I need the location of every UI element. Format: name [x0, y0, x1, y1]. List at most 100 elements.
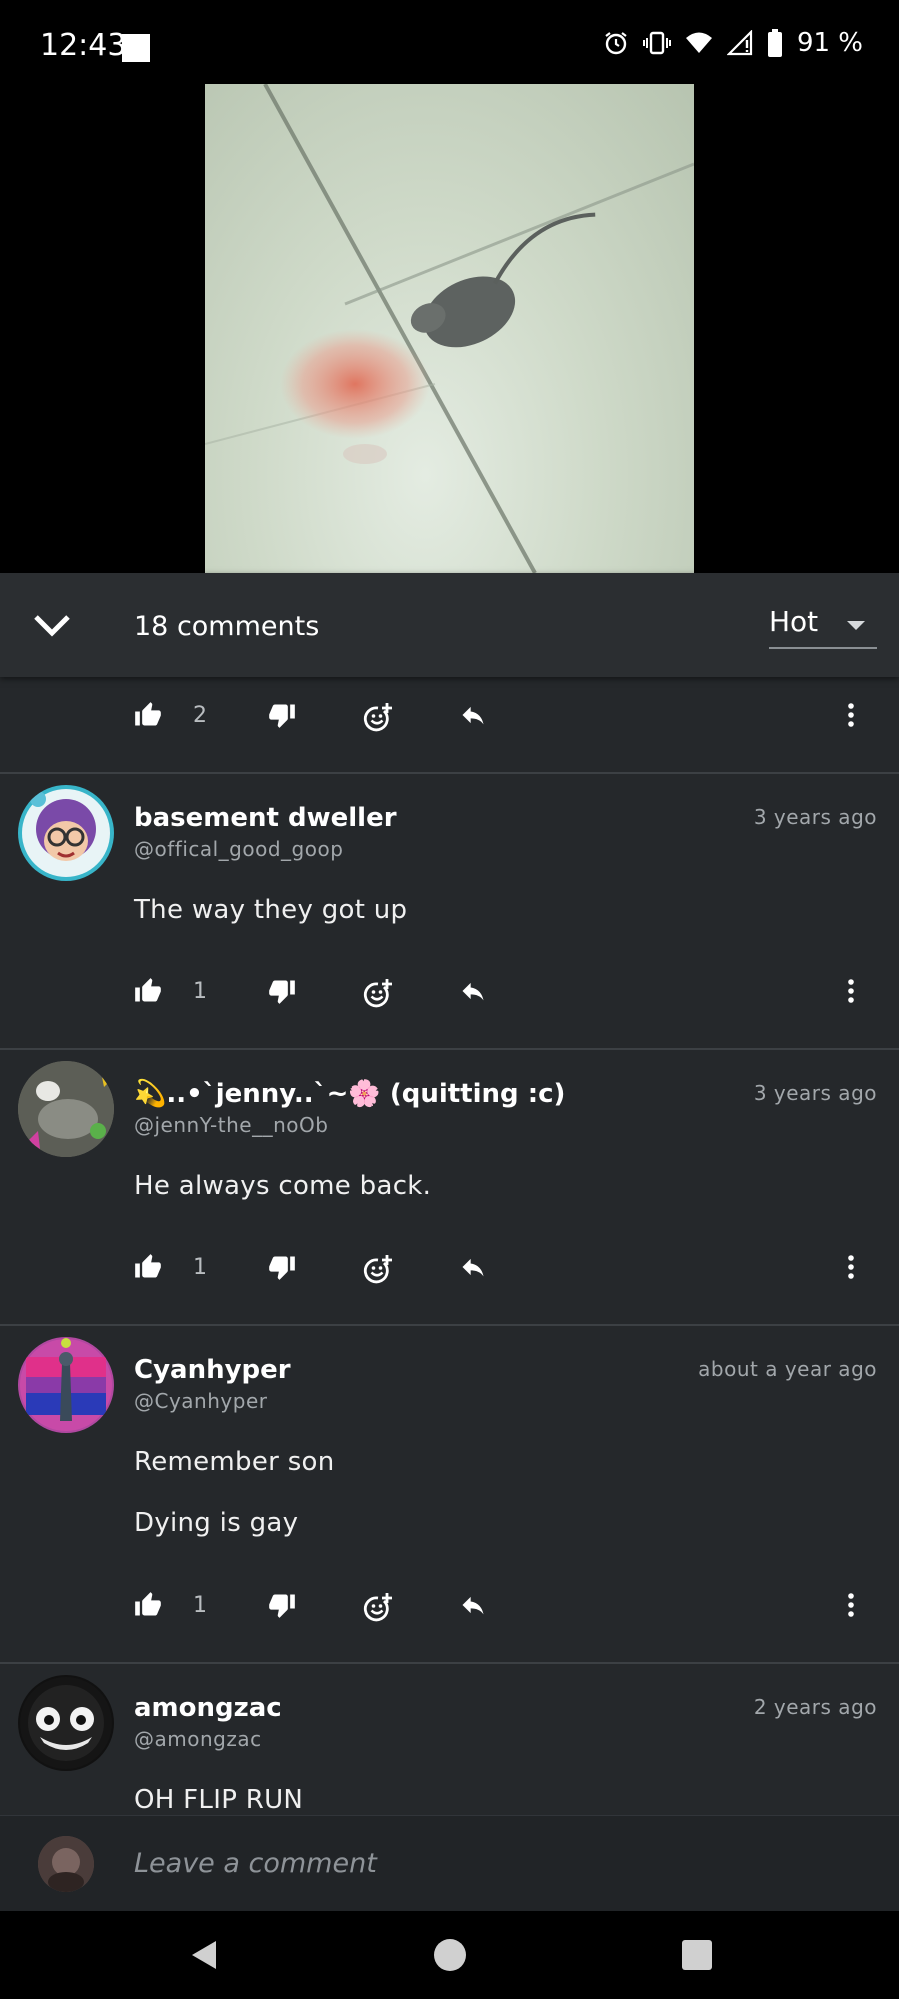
comment-time: 3 years ago [753, 805, 877, 829]
comment-composer [0, 1815, 899, 1912]
react-button[interactable] [362, 977, 394, 1009]
reply-icon [462, 1596, 484, 1615]
system-nav-bar [0, 1911, 899, 1999]
more-options-button[interactable] [846, 1253, 878, 1285]
comment-author[interactable]: Cyanhyper [134, 1355, 291, 1385]
comment-time: about a year ago [698, 1357, 877, 1381]
status-bar: 12:43 91 % [0, 0, 899, 84]
comment-handle[interactable]: @Cyanhyper [134, 1389, 267, 1413]
more-vert-icon [848, 1593, 854, 1617]
react-button[interactable] [362, 1591, 394, 1623]
comment-item: basement dweller @offical_good_goop 3 ye… [0, 773, 899, 1050]
thumbs-up-icon [135, 1592, 161, 1616]
battery-icon [767, 29, 783, 57]
comment-handle[interactable]: @offical_good_goop [134, 837, 343, 861]
like-button[interactable] [134, 1591, 166, 1623]
notification-icon [122, 34, 150, 62]
chevron-down-icon [34, 615, 70, 637]
reply-icon [462, 982, 484, 1001]
comment-author[interactable]: amongzac [134, 1693, 282, 1723]
status-time: 12:43 [40, 28, 127, 63]
back-icon [192, 1941, 216, 1969]
comment-item: Cyanhyper @Cyanhyper about a year ago Re… [0, 1325, 899, 1664]
comment-text: The way they got up [134, 895, 408, 925]
like-count: 1 [193, 979, 207, 1004]
more-vert-icon [848, 1255, 854, 1279]
status-icons: 91 % [603, 28, 863, 58]
sort-dropdown[interactable]: Hot [769, 597, 877, 649]
more-options-button[interactable] [846, 1591, 878, 1623]
alarm-icon [603, 30, 629, 56]
thumbs-down-icon [269, 704, 295, 728]
home-icon [434, 1939, 466, 1971]
more-options-button[interactable] [846, 977, 878, 1009]
avatar[interactable] [18, 785, 114, 881]
comment-handle[interactable]: @jennY-the__noOb [134, 1113, 328, 1137]
avatar[interactable] [18, 1061, 114, 1157]
like-count: 1 [193, 1255, 207, 1280]
thumbs-up-icon [135, 702, 161, 726]
sort-label: Hot [769, 605, 819, 638]
reply-button[interactable] [458, 1253, 490, 1285]
comment-text: Remember son [134, 1447, 335, 1477]
battery-percent: 91 % [796, 28, 863, 58]
emoji-reaction-icon [363, 979, 392, 1008]
like-button[interactable] [134, 977, 166, 1009]
comment-author[interactable]: basement dweller [134, 803, 397, 833]
video-thumbnail [205, 84, 694, 573]
reply-button[interactable] [458, 977, 490, 1009]
reply-icon [462, 706, 484, 725]
wifi-icon [685, 31, 713, 55]
more-vert-icon [848, 979, 854, 1003]
comment-handle[interactable]: @amongzac [134, 1727, 262, 1751]
recents-button[interactable] [679, 1937, 715, 1973]
react-button[interactable] [362, 701, 394, 733]
comment-actions: 1 [0, 977, 899, 1017]
emoji-reaction-icon [363, 1255, 392, 1284]
dislike-button[interactable] [268, 701, 300, 733]
video-player[interactable] [0, 84, 899, 573]
comment-partial: 2 [0, 677, 899, 774]
video-frame[interactable] [205, 84, 694, 573]
reply-button[interactable] [458, 1591, 490, 1623]
signal-icon [726, 30, 753, 56]
comment-actions: 2 [0, 701, 899, 741]
comments-list[interactable]: 2 basement dweller @offical_good_goop 3 … [0, 677, 899, 1815]
comment-text: OH FLIP RUN [134, 1785, 304, 1815]
thumbs-down-icon [269, 1594, 295, 1618]
comment-count: 18 comments [134, 611, 320, 642]
avatar[interactable] [18, 1337, 114, 1433]
thumbs-down-icon [269, 1256, 295, 1280]
dislike-button[interactable] [268, 977, 300, 1009]
reply-icon [462, 1258, 484, 1277]
dislike-button[interactable] [268, 1591, 300, 1623]
comment-actions: 1 [0, 1253, 899, 1293]
emoji-reaction-icon [363, 703, 392, 732]
like-count: 1 [193, 1593, 207, 1618]
more-options-button[interactable] [846, 701, 878, 733]
comment-input[interactable] [134, 1838, 854, 1888]
current-user-avatar [38, 1836, 94, 1892]
react-button[interactable] [362, 1253, 394, 1285]
comment-item: 💫..•`jenny..`~🌸 (quitting :c) @jennY-the… [0, 1049, 899, 1326]
back-button[interactable] [186, 1937, 222, 1973]
caret-down-icon [847, 621, 865, 630]
comment-author[interactable]: 💫..•`jenny..`~🌸 (quitting :c) [134, 1079, 565, 1109]
dislike-button[interactable] [268, 1253, 300, 1285]
comments-header: 18 comments Hot [0, 573, 899, 677]
comment-actions: 1 [0, 1591, 899, 1631]
home-button[interactable] [432, 1937, 468, 1973]
emoji-reaction-icon [363, 1593, 392, 1622]
like-button[interactable] [134, 1253, 166, 1285]
comment-time: 3 years ago [753, 1081, 877, 1105]
comment-time: 2 years ago [753, 1695, 877, 1719]
comment-text: Dying is gay [134, 1508, 299, 1538]
avatar[interactable] [18, 1675, 114, 1771]
recents-icon [682, 1940, 712, 1970]
like-count: 2 [193, 703, 207, 728]
reply-button[interactable] [458, 701, 490, 733]
vibrate-icon [642, 30, 671, 56]
like-button[interactable] [134, 701, 166, 733]
collapse-button[interactable] [28, 603, 76, 647]
more-vert-icon [848, 703, 854, 727]
